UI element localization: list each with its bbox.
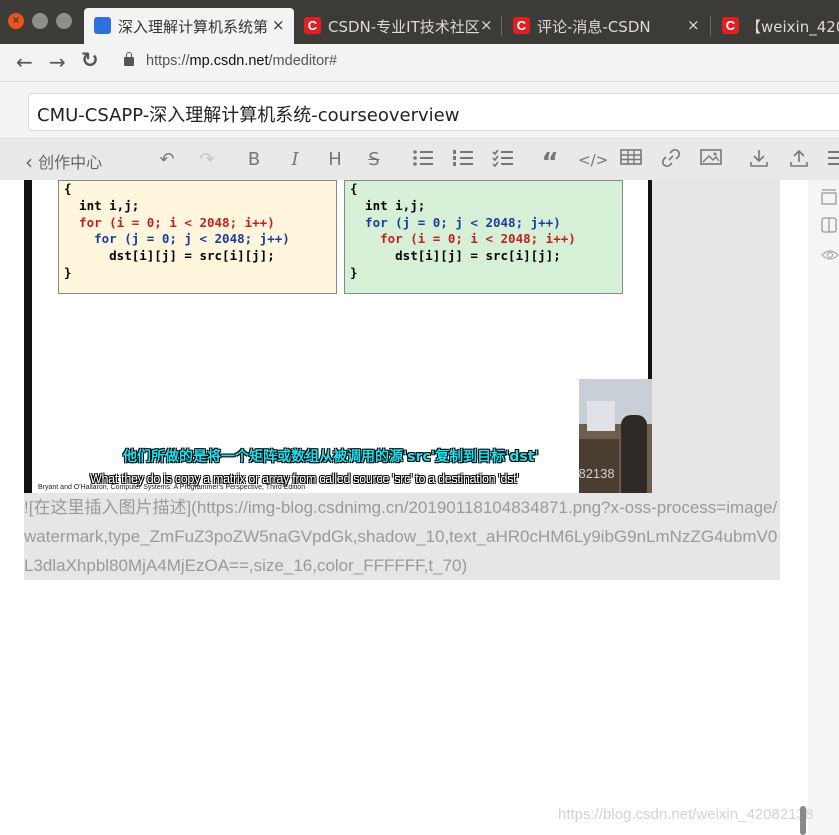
editor-toolbar: ‹ 创作中心 ↶ ↷ B I H S “ </> [0, 138, 839, 180]
lock-icon [124, 52, 134, 66]
heading-icon[interactable]: H [325, 148, 345, 172]
window-minimize-button[interactable] [32, 13, 48, 29]
tab-separator [710, 16, 711, 36]
more-icon[interactable] [826, 148, 839, 172]
tab-close-icon[interactable]: × [687, 16, 700, 34]
chevron-left-icon: ‹ [25, 150, 33, 174]
page-watermark: https://blog.csdn.net/weixin_42082138 [558, 806, 814, 823]
fullscreen-icon[interactable] [821, 189, 837, 205]
tab-weixin[interactable]: C 【weixin_420 [712, 8, 839, 44]
link-icon[interactable] [659, 148, 683, 172]
undo-icon[interactable]: ↶ [155, 148, 179, 172]
editor-side-panel [808, 180, 839, 835]
code-icon[interactable]: </> [578, 148, 608, 172]
redo-icon[interactable]: ↷ [195, 148, 219, 172]
upload-icon[interactable] [787, 148, 811, 172]
csdn-icon: C [304, 17, 321, 34]
code-line: dst[i][j] = src[i][j]; [64, 248, 275, 264]
lecture-video-frame: { int i,j; for (i = 0; i < 2048; i++) fo… [24, 180, 652, 493]
back-arrow-icon[interactable]: ← [16, 51, 33, 73]
code-line: int i,j; [64, 197, 140, 213]
baidu-paw-icon [94, 17, 111, 34]
article-title-input[interactable]: CMU-CSAPP-深入理解计算机系统-courseoverview [28, 93, 839, 131]
reload-icon[interactable]: ↻ [81, 49, 99, 71]
download-icon[interactable] [747, 148, 771, 172]
back-to-creation-center[interactable]: ‹ 创作中心 [25, 149, 103, 174]
unordered-list-icon[interactable] [411, 148, 435, 172]
back-label: 创作中心 [38, 153, 103, 172]
browser-nav-bar: ← → ↻ https://mp.csdn.net/mdeditor# [0, 44, 839, 82]
subtitle-chinese: 他们所做的是将一个矩阵或数组从被调用的源'src'复制到目标'dst' [123, 449, 539, 465]
tab-label: 评论-消息-CSDN [537, 18, 651, 36]
url-scheme: https:// [146, 53, 190, 69]
editor-scrollbar[interactable] [800, 806, 806, 835]
quote-icon[interactable]: “ [539, 148, 561, 178]
ordered-list-icon[interactable] [451, 148, 475, 172]
browser-tab-bar: × 深入理解计算机系统第 × C CSDN-专业IT技术社区 × C 评论-消息… [0, 0, 839, 44]
code-line: } [64, 264, 72, 280]
split-view-icon[interactable] [821, 217, 837, 233]
window-maximize-button[interactable] [56, 13, 72, 29]
csdn-icon: C [513, 17, 530, 34]
code-block-row-major: { int i,j; for (i = 0; i < 2048; i++) fo… [58, 180, 337, 294]
slide-credit: Bryant and O'Hallaron, Computer Systems:… [38, 484, 306, 491]
tab-close-icon[interactable]: × [480, 16, 493, 34]
tab-separator [501, 16, 502, 36]
task-list-icon[interactable] [491, 148, 515, 172]
url-field[interactable]: https://mp.csdn.net/mdeditor# [146, 53, 337, 69]
table-icon[interactable] [619, 148, 643, 172]
csdn-icon: C [722, 17, 739, 34]
code-line: { [350, 181, 358, 196]
code-line: for (i = 0; i < 2048; i++) [64, 214, 275, 230]
italic-icon[interactable]: I [285, 148, 305, 172]
tab-label: CSDN-专业IT技术社区 [328, 18, 480, 36]
title-area: CMU-CSAPP-深入理解计算机系统-courseoverview [0, 83, 839, 138]
tab-label: 【weixin_420 [746, 18, 839, 36]
bold-icon[interactable]: B [244, 148, 264, 172]
code-line: dst[i][j] = src[i][j]; [350, 248, 561, 264]
tab-close-icon[interactable]: × [272, 16, 285, 34]
markdown-image-link[interactable]: ![在这里插入图片描述](https://img-blog.csdnimg.cn… [24, 493, 780, 580]
url-path: /mdeditor# [268, 53, 338, 69]
image-icon[interactable] [699, 148, 723, 172]
forward-arrow-icon[interactable]: → [49, 51, 66, 73]
code-block-column-major: { int i,j; for (j = 0; j < 2048; j++) fo… [344, 180, 623, 294]
preview-eye-icon[interactable] [821, 247, 839, 263]
video-border-left [24, 180, 32, 493]
tab-label: 深入理解计算机系统第 [118, 18, 269, 36]
tab-csdn-comments[interactable]: C 评论-消息-CSDN × [503, 8, 709, 44]
strikethrough-icon[interactable]: S [364, 148, 384, 172]
window-close-button[interactable]: × [8, 13, 24, 29]
tab-csapp[interactable]: 深入理解计算机系统第 × [84, 8, 294, 44]
tab-csdn-home[interactable]: C CSDN-专业IT技术社区 × [294, 8, 500, 44]
code-line: for (i = 0; i < 2048; i++) [350, 231, 576, 247]
code-line: for (j = 0; j < 2048; j++) [64, 231, 290, 247]
code-line: int i,j; [350, 197, 426, 213]
code-line: } [350, 264, 358, 280]
video-border-right [648, 180, 652, 380]
video-watermark: 2082138 [564, 466, 615, 481]
url-host: mp.csdn.net [189, 53, 269, 69]
code-line: for (j = 0; j < 2048; j++) [350, 214, 561, 230]
code-line: { [64, 181, 72, 196]
